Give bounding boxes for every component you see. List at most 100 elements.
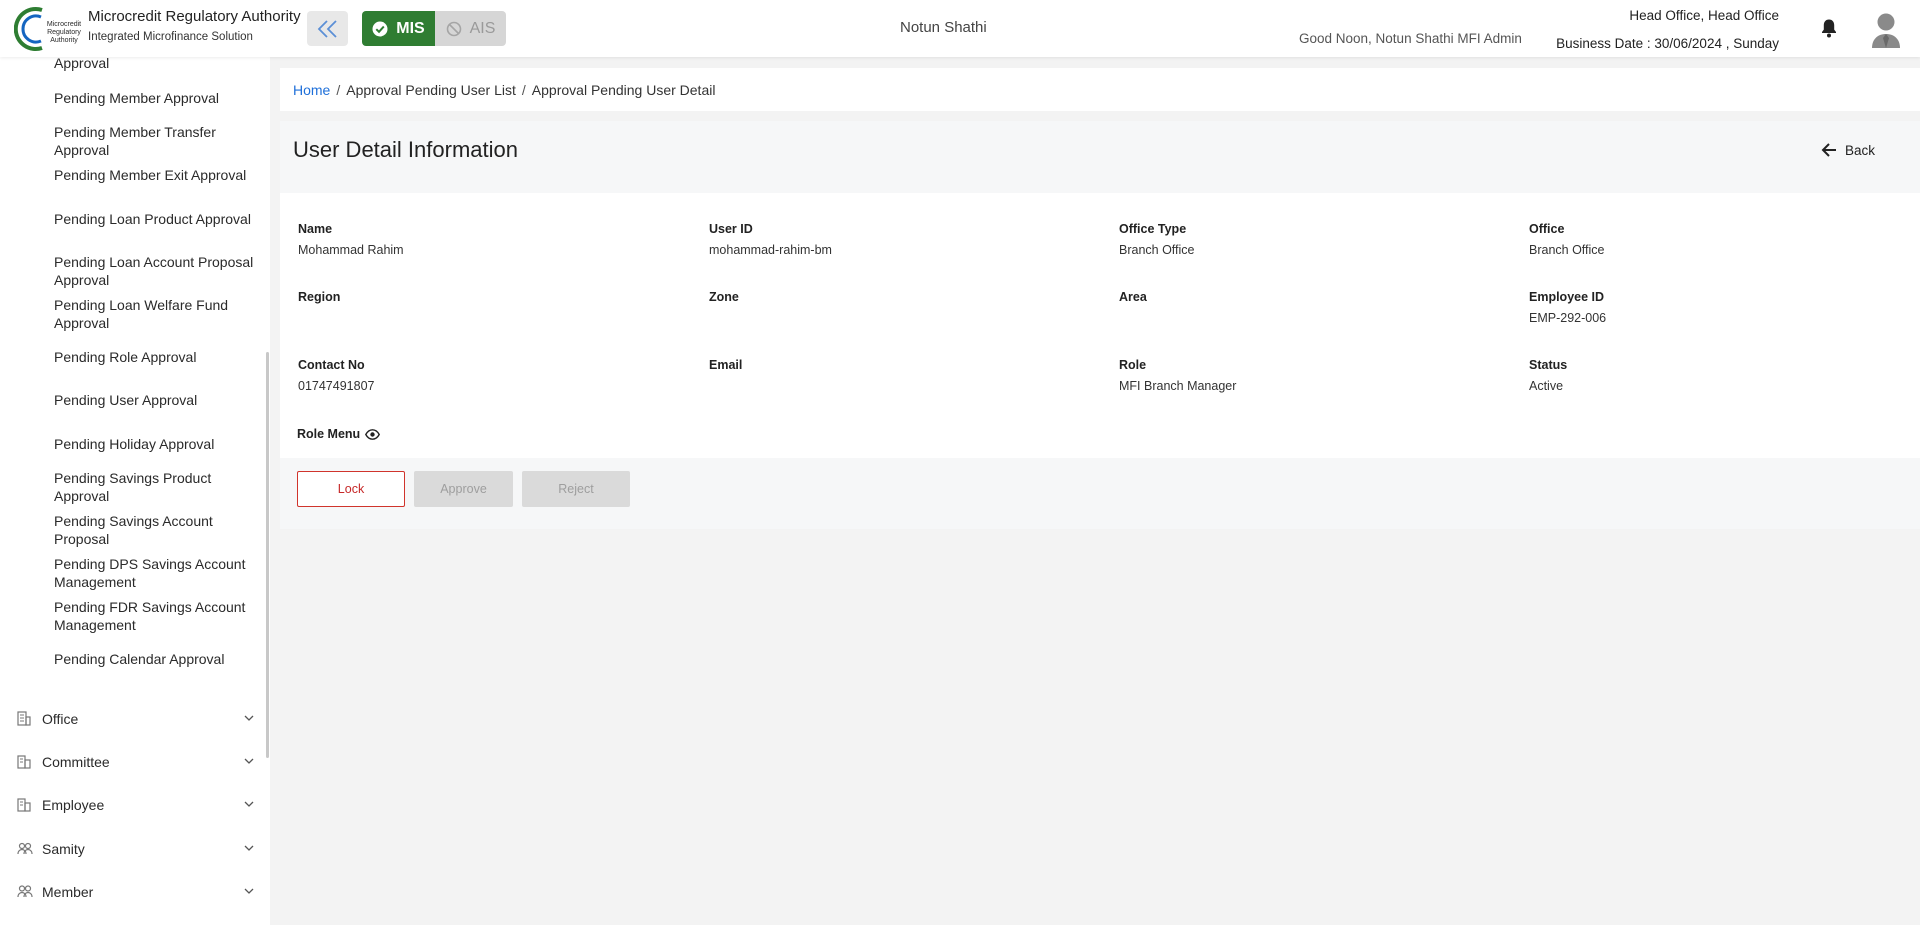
field-value: Branch Office — [1529, 243, 1605, 257]
role-menu: Role Menu — [297, 427, 381, 441]
sidebar-item-pending-dps-savings-account-management[interactable]: Pending DPS Savings Account Management — [54, 555, 254, 591]
sidebar-item-pending-loan-welfare-fund-approval[interactable]: Pending Loan Welfare Fund Approval — [54, 296, 254, 332]
field-office-type: Office Type Branch Office — [1119, 222, 1195, 257]
sidebar-group-employee[interactable]: Employee — [0, 789, 262, 821]
ais-mode-button[interactable]: AIS — [435, 11, 506, 46]
sidebar-item-pending-fdr-savings-account-management[interactable]: Pending FDR Savings Account Management — [54, 598, 254, 634]
chevron-down-icon — [244, 758, 254, 764]
page-title: User Detail Information — [293, 137, 518, 162]
field-label: Employee ID — [1529, 290, 1605, 304]
reject-button[interactable]: Reject — [522, 471, 630, 507]
field-value: Mohammad Rahim — [298, 243, 404, 257]
user-avatar-icon[interactable] — [1871, 12, 1901, 48]
action-bar: Lock Approve Reject — [280, 458, 1920, 529]
chevron-down-icon — [244, 845, 254, 851]
field-name: Name Mohammad Rahim — [298, 222, 404, 257]
sidebar-item-partial[interactable]: Approval — [54, 57, 254, 72]
back-label: Back — [1845, 142, 1876, 158]
sidebar-item-pending-role-approval[interactable]: Pending Role Approval — [54, 348, 254, 366]
field-value: Branch Office — [1119, 243, 1195, 257]
greeting-text: Good Noon, Notun Shathi MFI Admin — [1299, 31, 1522, 46]
field-zone: Zone — [709, 290, 739, 325]
user-detail-card: User Detail Information Back Name Mohamm… — [280, 121, 1920, 529]
mfi-name: Notun Shathi — [900, 19, 987, 36]
notification-bell-icon[interactable] — [1820, 18, 1838, 43]
breadcrumb-current: Approval Pending User Detail — [531, 81, 716, 98]
field-employee-id: Employee ID EMP-292-006 — [1529, 290, 1606, 325]
org-name: Microcredit Regulatory Authority — [88, 8, 301, 25]
office-info: Head Office, Head Office Business Date :… — [1556, 8, 1779, 51]
sidebar-group-member[interactable]: Member — [0, 876, 262, 908]
field-value: EMP-292-006 — [1529, 311, 1607, 325]
field-label: Contact No — [298, 358, 365, 372]
field-label: Office — [1529, 222, 1565, 236]
business-date: Business Date : 30/06/2024 , Sunday — [1556, 36, 1779, 51]
member-group-icon — [17, 885, 33, 898]
chevron-down-icon — [244, 801, 254, 807]
sidebar: Approval Pending Member Approval Pending… — [0, 57, 270, 925]
field-role: Role MFI Branch Manager — [1119, 358, 1236, 393]
logo-text: Microcredit Regulatory Authority — [46, 21, 82, 44]
mis-mode-button[interactable]: MIS — [362, 11, 435, 46]
mode-switch: MIS AIS — [362, 11, 506, 46]
mis-label: MIS — [396, 19, 425, 37]
sidebar-collapse-button[interactable] — [307, 11, 348, 46]
sidebar-item-pending-loan-product-approval[interactable]: Pending Loan Product Approval — [54, 210, 254, 228]
lock-button[interactable]: Lock — [297, 471, 405, 507]
field-status: Status Active — [1529, 358, 1567, 393]
field-label: Zone — [709, 290, 739, 304]
field-value: Active — [1529, 379, 1564, 393]
field-office: Office Branch Office — [1529, 222, 1605, 257]
field-label: Role — [1119, 358, 1147, 372]
ais-label: AIS — [469, 19, 496, 37]
field-label: Name — [298, 222, 333, 236]
sidebar-item-pending-user-approval[interactable]: Pending User Approval — [54, 391, 254, 409]
chevron-down-icon — [244, 715, 254, 721]
eye-icon[interactable] — [365, 428, 381, 440]
committee-icon — [17, 755, 31, 769]
sidebar-item-pending-savings-product-approval[interactable]: Pending Savings Product Approval — [54, 469, 254, 505]
sidebar-item-pending-calendar-approval[interactable]: Pending Calendar Approval — [54, 650, 254, 668]
field-area: Area — [1119, 290, 1147, 325]
detail-card-header: User Detail Information Back — [280, 121, 1920, 193]
sidebar-item-pending-holiday-approval[interactable]: Pending Holiday Approval — [54, 435, 254, 453]
back-button[interactable]: Back — [1821, 142, 1875, 158]
approve-button[interactable]: Approve — [414, 471, 513, 507]
brand[interactable]: Microcredit Regulatory Authority Microcr… — [14, 4, 301, 54]
field-value — [709, 379, 742, 393]
sidebar-item-pending-member-exit-approval[interactable]: Pending Member Exit Approval — [54, 166, 254, 184]
breadcrumb-home-link[interactable]: Home — [293, 82, 330, 98]
sidebar-item-pending-loan-account-proposal-approval[interactable]: Pending Loan Account Proposal Approval — [54, 253, 254, 289]
sidebar-group-committee[interactable]: Committee — [0, 746, 262, 778]
field-label: Email — [709, 358, 743, 372]
current-office: Head Office, Head Office — [1629, 8, 1779, 23]
breadcrumb-separator: / — [336, 81, 341, 98]
field-value: mohammad-rahim-bm — [709, 243, 832, 257]
sidebar-item-pending-member-transfer-approval[interactable]: Pending Member Transfer Approval — [54, 123, 254, 159]
sidebar-item-pending-savings-account-proposal[interactable]: Pending Savings Account Proposal — [54, 512, 254, 548]
check-circle-icon — [372, 21, 388, 36]
sidebar-group-label: Office — [42, 711, 79, 727]
breadcrumb-pending-user-list-link[interactable]: Approval Pending User List — [346, 82, 516, 98]
field-value — [298, 311, 340, 325]
sidebar-group-samity[interactable]: Samity — [0, 833, 262, 865]
field-value — [709, 311, 739, 325]
top-header: Microcredit Regulatory Authority Microcr… — [0, 0, 1920, 57]
sidebar-group-label: Employee — [42, 797, 105, 813]
sidebar-group-office[interactable]: Office — [0, 703, 262, 735]
breadcrumb-separator: / — [521, 81, 526, 98]
field-label: Region — [298, 290, 341, 304]
chevron-down-icon — [244, 888, 254, 894]
employee-icon — [17, 798, 31, 812]
arrow-left-icon — [1821, 143, 1836, 157]
field-contact-no: Contact No 01747491807 — [298, 358, 374, 393]
sidebar-scrollbar[interactable] — [266, 352, 269, 758]
office-building-icon — [17, 711, 31, 726]
field-label: Status — [1529, 358, 1568, 372]
breadcrumb: Home / Approval Pending User List / Appr… — [280, 68, 1920, 111]
org-subtitle: Integrated Microfinance Solution — [88, 31, 253, 43]
sidebar-group-label: Committee — [42, 754, 110, 770]
sidebar-item-pending-member-approval[interactable]: Pending Member Approval — [54, 89, 254, 107]
sidebar-group-label: Member — [42, 884, 94, 900]
field-label: Office Type — [1119, 222, 1187, 236]
